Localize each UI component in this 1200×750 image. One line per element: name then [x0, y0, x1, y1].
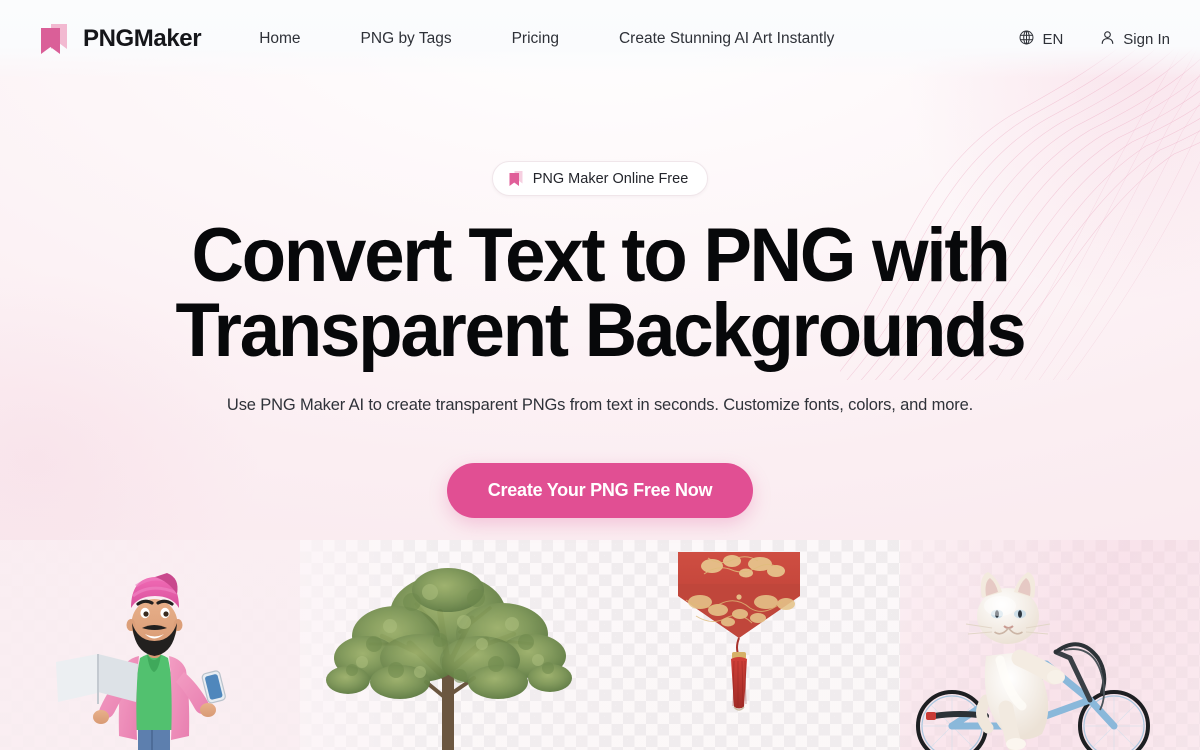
bookmark-icon — [508, 170, 524, 187]
hero-badge-label: PNG Maker Online Free — [532, 170, 689, 187]
gallery-item-cat-on-bicycle[interactable] — [900, 540, 1200, 750]
create-png-button[interactable]: Create Your PNG Free Now — [446, 463, 754, 519]
sign-in-label: Sign In — [1123, 30, 1170, 48]
page-background: PNGMaker Home PNG by Tags Pricing Create… — [0, 0, 1200, 750]
main-navigation: Home PNG by Tags Pricing Create Stunning… — [259, 22, 834, 56]
hero-badge[interactable]: PNG Maker Online Free — [491, 161, 709, 196]
user-icon — [1099, 29, 1116, 50]
header-actions: EN Sign In — [1018, 29, 1170, 50]
3d-character-illustration — [56, 573, 226, 750]
tree-illustration — [326, 568, 572, 750]
brand-logo[interactable]: PNGMaker — [38, 22, 202, 56]
showcase-gallery — [0, 540, 1200, 750]
page-title: Convert Text to PNG with Transparent Bac… — [27, 218, 1173, 374]
headline-line-1: Convert Text to PNG with — [191, 213, 1011, 298]
cat-on-bicycle-illustration — [916, 572, 1150, 750]
nav-item-png-by-tags[interactable]: PNG by Tags — [361, 22, 452, 56]
gallery-item-red-envelope[interactable] — [600, 540, 900, 750]
brand-name: PNGMaker — [83, 25, 202, 52]
gallery-item-3d-character[interactable] — [0, 540, 300, 750]
red-envelope-illustration — [678, 552, 800, 711]
hero-cta-container: Create Your PNG Free Now — [0, 463, 1200, 519]
hero-subtitle: Use PNG Maker AI to create transparent P… — [226, 396, 974, 415]
headline-line-2: Transparent Backgrounds — [175, 288, 1027, 374]
language-label: EN — [1042, 30, 1064, 48]
site-header: PNGMaker Home PNG by Tags Pricing Create… — [0, 0, 1200, 78]
language-selector[interactable]: EN — [1018, 29, 1063, 50]
nav-item-create-ai-art[interactable]: Create Stunning AI Art Instantly — [619, 22, 834, 56]
sign-in-button[interactable]: Sign In — [1099, 29, 1170, 50]
bookmark-icon — [38, 22, 70, 56]
hero-section: PNG Maker Online Free Convert Text to PN… — [0, 78, 1200, 519]
globe-icon — [1018, 29, 1035, 50]
gallery-item-tree[interactable] — [300, 540, 600, 750]
nav-item-home[interactable]: Home — [259, 22, 300, 56]
nav-item-pricing[interactable]: Pricing — [512, 22, 559, 56]
